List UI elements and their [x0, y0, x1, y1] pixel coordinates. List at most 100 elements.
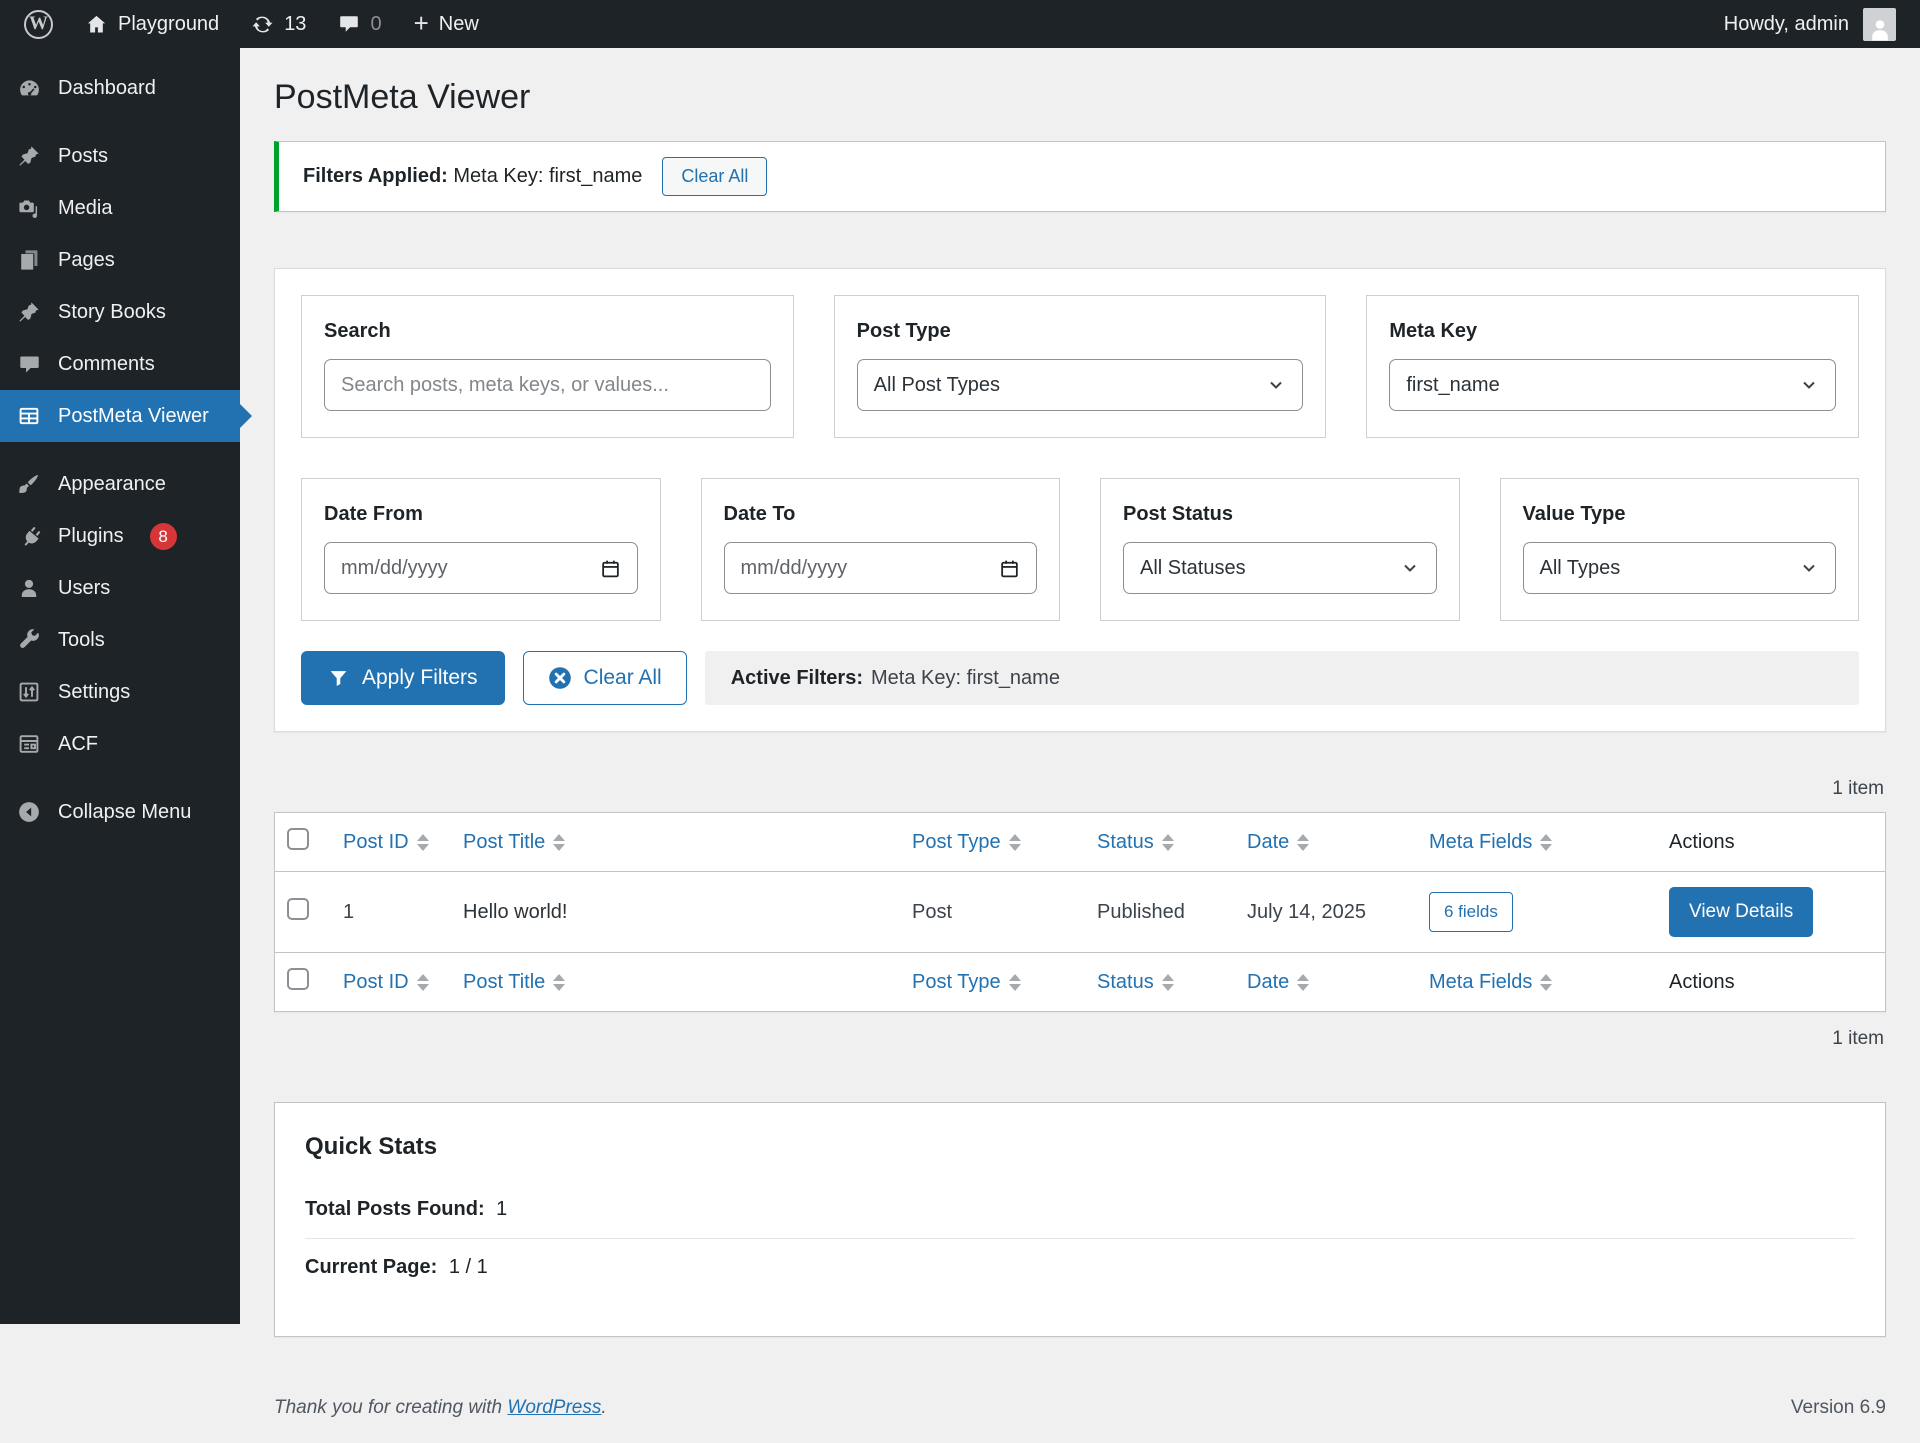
site-name-menu[interactable]: Playground [85, 13, 219, 36]
sort-post-title[interactable]: Post Title [463, 831, 565, 854]
table-header-row: Post ID Post Title Post Type Status Date… [275, 813, 1885, 872]
sort-date[interactable]: Date [1247, 831, 1309, 854]
sidebar-item-label: Settings [58, 681, 130, 704]
sort-arrows-icon [1162, 834, 1174, 851]
avatar [1863, 8, 1896, 41]
chevron-down-icon [1799, 375, 1819, 395]
meta-fields-badge[interactable]: 6 fields [1429, 892, 1513, 932]
column-label: Post Title [463, 831, 545, 854]
sort-post-title-footer[interactable]: Post Title [463, 971, 565, 994]
sort-status-footer[interactable]: Status [1097, 971, 1174, 994]
chevron-down-icon [1266, 375, 1286, 395]
user-icon [16, 575, 42, 601]
menu-separator [0, 442, 240, 458]
updates-count: 13 [284, 13, 306, 36]
sort-meta-fields-footer[interactable]: Meta Fields [1429, 971, 1552, 994]
comment-bubble-icon [16, 351, 42, 377]
search-input[interactable] [324, 359, 771, 411]
column-actions-label: Actions [1669, 831, 1735, 853]
footer-version: Version 6.9 [1791, 1397, 1886, 1419]
value-type-select[interactable]: All Types [1523, 542, 1837, 594]
notice-clear-all-button[interactable]: Clear All [662, 157, 767, 196]
wordpress-logo-icon[interactable]: W [24, 10, 53, 39]
sidebar-item-label: PostMeta Viewer [58, 405, 209, 428]
column-label: Status [1097, 971, 1154, 994]
calendar-icon[interactable] [600, 558, 621, 579]
sidebar-item-tools[interactable]: Tools [0, 614, 240, 666]
sidebar-item-users[interactable]: Users [0, 562, 240, 614]
account-menu[interactable]: Howdy, admin [1724, 8, 1896, 41]
row-checkbox[interactable] [287, 898, 309, 920]
sort-post-type-footer[interactable]: Post Type [912, 971, 1021, 994]
column-label: Date [1247, 831, 1289, 854]
meta-key-select[interactable]: first_name [1389, 359, 1836, 411]
select-all-checkbox-footer[interactable] [287, 968, 309, 990]
column-label: Status [1097, 831, 1154, 854]
sort-arrows-icon [553, 974, 565, 991]
pages-icon [16, 247, 42, 273]
paintbrush-icon [16, 471, 42, 497]
post-status-select[interactable]: All Statuses [1123, 542, 1437, 594]
sort-post-id[interactable]: Post ID [343, 831, 429, 854]
items-count-bottom: 1 item [276, 1028, 1884, 1050]
post-type-select[interactable]: All Post Types [857, 359, 1304, 411]
sidebar-item-collapse-menu[interactable]: Collapse Menu [0, 786, 240, 838]
sort-arrows-icon [417, 974, 429, 991]
sort-post-type[interactable]: Post Type [912, 831, 1021, 854]
comments-menu[interactable]: 0 [338, 13, 381, 36]
column-label: Meta Fields [1429, 971, 1532, 994]
main-content: PostMeta Viewer Filters Applied: Meta Ke… [240, 0, 1920, 1443]
table-grid-icon [16, 403, 42, 429]
post-status-label: Post Status [1123, 503, 1437, 526]
sidebar-item-settings[interactable]: Settings [0, 666, 240, 718]
sidebar-item-media[interactable]: Media [0, 182, 240, 234]
admin-bar: W Playground 13 0 + New Howdy, admin [0, 0, 1920, 48]
sidebar-item-label: Appearance [58, 473, 166, 496]
sort-date-footer[interactable]: Date [1247, 971, 1309, 994]
sidebar-item-postmeta-viewer[interactable]: PostMeta Viewer [0, 390, 240, 442]
new-content-menu[interactable]: + New [414, 12, 479, 36]
select-all-checkbox[interactable] [287, 828, 309, 850]
notice-value: Meta Key: first_name [453, 165, 642, 187]
post-type-selected-value: All Post Types [874, 374, 1000, 397]
comments-count: 0 [370, 13, 381, 36]
date-from-input[interactable]: mm/dd/yyyy [324, 542, 638, 594]
sidebar-item-dashboard[interactable]: Dashboard [0, 62, 240, 114]
sidebar-item-label: Comments [58, 353, 155, 376]
meta-key-label: Meta Key [1389, 320, 1836, 343]
items-count-top: 1 item [276, 778, 1884, 800]
plus-icon: + [414, 10, 429, 36]
sidebar-item-plugins[interactable]: Plugins 8 [0, 510, 240, 562]
sidebar-item-label: Story Books [58, 301, 166, 324]
sidebar-item-label: Pages [58, 249, 115, 272]
sidebar-item-story-books[interactable]: Story Books [0, 286, 240, 338]
sidebar-item-comments[interactable]: Comments [0, 338, 240, 390]
view-details-button[interactable]: View Details [1669, 887, 1813, 937]
clear-all-button[interactable]: Clear All [523, 651, 687, 705]
date-to-input[interactable]: mm/dd/yyyy [724, 542, 1038, 594]
wordpress-link[interactable]: WordPress [507, 1397, 601, 1418]
column-label: Post Type [912, 831, 1001, 854]
sort-post-id-footer[interactable]: Post ID [343, 971, 429, 994]
sidebar-item-label: Dashboard [58, 77, 156, 100]
sidebar-item-posts[interactable]: Posts [0, 130, 240, 182]
value-type-selected-value: All Types [1540, 557, 1621, 580]
value-type-label: Value Type [1523, 503, 1837, 526]
chevron-down-icon [1400, 558, 1420, 578]
total-posts-label: Total Posts Found: [305, 1198, 485, 1220]
sidebar-item-acf[interactable]: ACF [0, 718, 240, 770]
sort-status[interactable]: Status [1097, 831, 1174, 854]
sort-meta-fields[interactable]: Meta Fields [1429, 831, 1552, 854]
apply-filters-label: Apply Filters [362, 666, 478, 690]
admin-sidebar: Dashboard Posts Media Pages Story Books [0, 48, 240, 1324]
apply-filters-button[interactable]: Apply Filters [301, 651, 505, 705]
menu-separator [0, 770, 240, 786]
sidebar-item-appearance[interactable]: Appearance [0, 458, 240, 510]
sidebar-item-pages[interactable]: Pages [0, 234, 240, 286]
notice-label: Filters Applied: [303, 165, 448, 187]
updates-menu[interactable]: 13 [251, 13, 306, 36]
dashboard-gauge-icon [16, 75, 42, 101]
date-from-placeholder: mm/dd/yyyy [341, 557, 448, 580]
calendar-icon[interactable] [999, 558, 1020, 579]
chevron-down-icon [1799, 558, 1819, 578]
